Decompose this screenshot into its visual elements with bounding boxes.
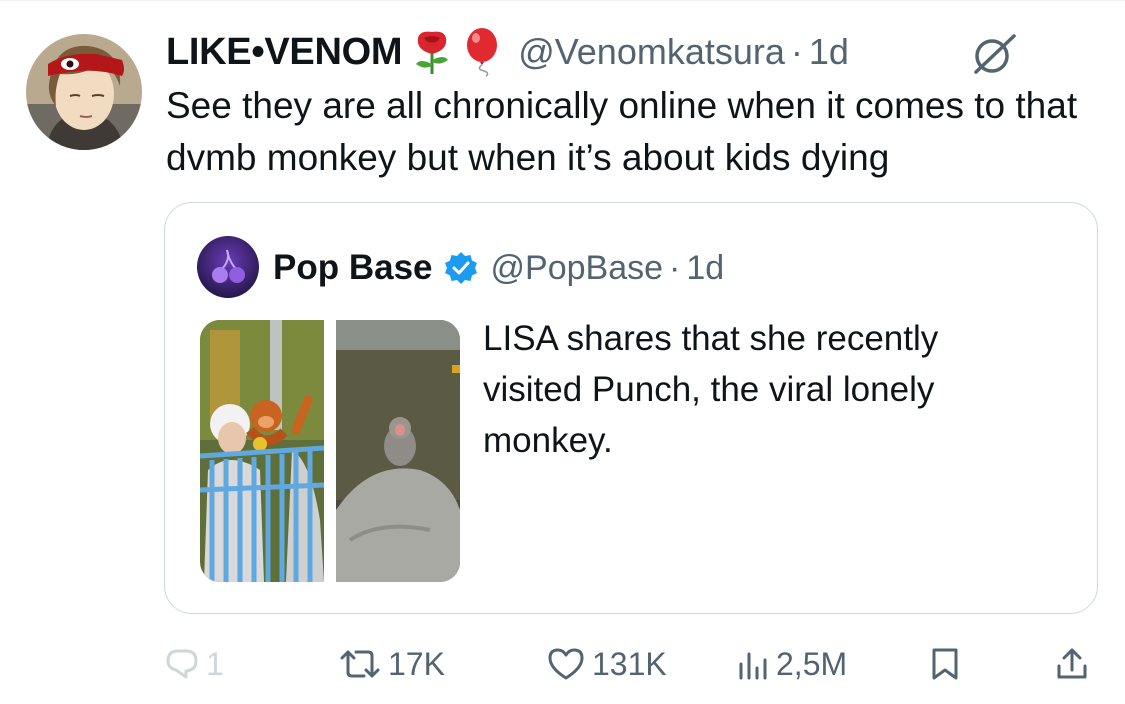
quote-timestamp[interactable]: 1d: [686, 249, 724, 288]
grok-icon[interactable]: [970, 30, 1018, 78]
share-icon: [1054, 646, 1090, 682]
pop-base-avatar[interactable]: [197, 236, 259, 298]
reply-button[interactable]: 1: [164, 636, 224, 692]
verified-badge-icon: [443, 250, 479, 286]
retweet-count: 17K: [388, 645, 445, 682]
rose-emoji: [410, 28, 454, 76]
quote-media[interactable]: [200, 320, 460, 582]
like-count: 131K: [592, 645, 667, 682]
action-bar: 1 17K 131K 2,5M: [0, 636, 1125, 692]
photo-monkey-on-rock: [336, 320, 460, 582]
photo-woman-with-orangutan-plush: [200, 320, 325, 582]
display-name[interactable]: LIKE•VENOM: [166, 31, 403, 74]
quote-handle[interactable]: @PopBase: [491, 249, 664, 288]
views-button[interactable]: 2,5M: [736, 636, 847, 692]
user-handle[interactable]: @Venomkatsura: [518, 31, 785, 73]
quote-header: Pop Base @PopBase · 1d: [273, 243, 724, 293]
retweet-button[interactable]: 17K: [338, 636, 445, 692]
quoted-tweet[interactable]: Pop Base @PopBase · 1d LISA shares that …: [164, 202, 1098, 614]
timestamp[interactable]: 1d: [809, 31, 849, 73]
separator-dot: ·: [790, 31, 803, 72]
share-button[interactable]: [1054, 636, 1090, 692]
tweet-header: LIKE•VENOM @Venomkatsura · 1d: [166, 26, 849, 78]
balloon-emoji: [462, 27, 502, 77]
views-icon: [736, 646, 770, 682]
quote-separator-dot: ·: [669, 248, 681, 287]
bookmark-button[interactable]: [928, 636, 962, 692]
quote-display-name[interactable]: Pop Base: [273, 248, 433, 288]
user-avatar[interactable]: [26, 34, 142, 150]
tweet-text: See they are all chronically online when…: [166, 85, 1078, 178]
bookmark-icon: [928, 646, 962, 682]
quote-text: LISA shares that she recently visited Pu…: [483, 319, 939, 460]
like-button[interactable]: 131K: [546, 636, 667, 692]
heart-icon: [546, 646, 586, 682]
reply-count: 1: [206, 645, 224, 682]
retweet-icon: [338, 646, 382, 682]
top-divider: [0, 0, 1125, 1]
views-count: 2,5M: [776, 645, 848, 682]
reply-icon: [164, 646, 200, 682]
